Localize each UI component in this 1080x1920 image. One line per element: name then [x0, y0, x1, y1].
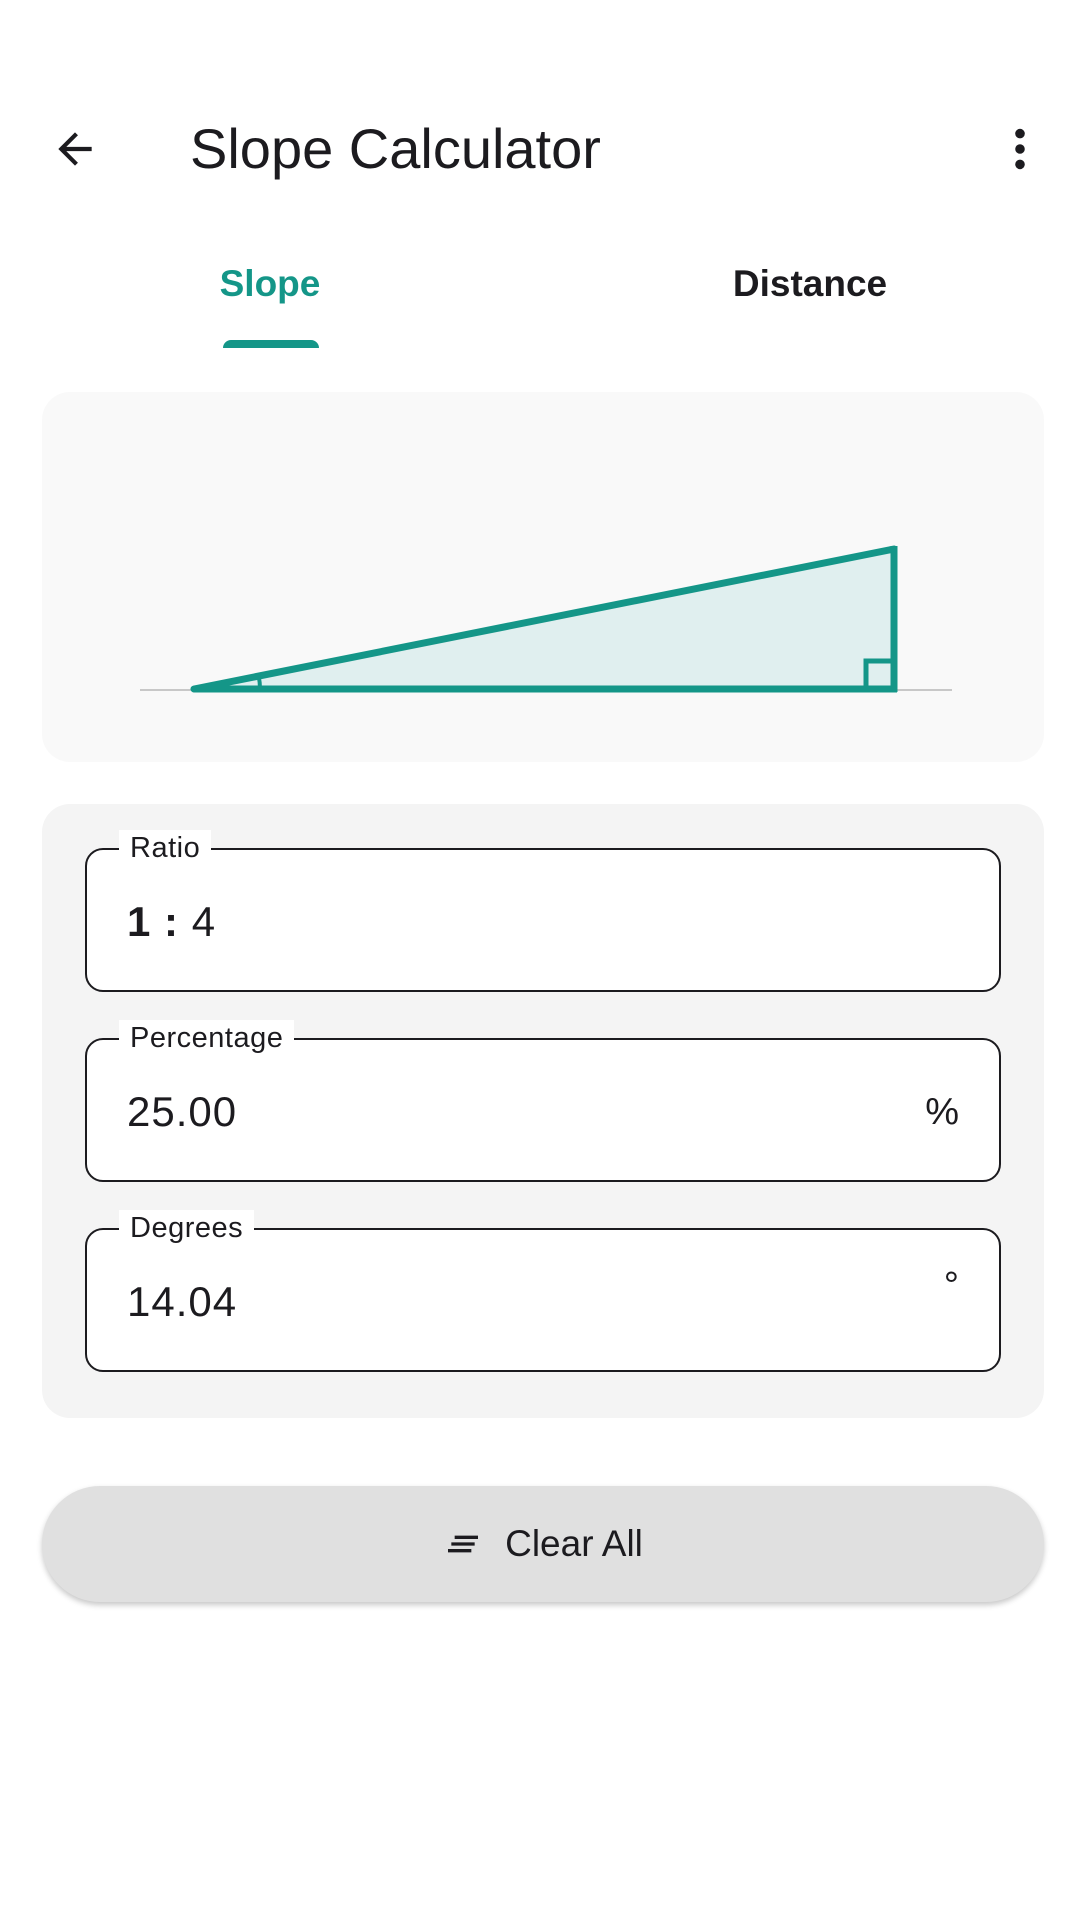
ratio-value-container: 1 : 4 — [127, 896, 216, 948]
active-tab-indicator — [223, 340, 319, 348]
tab-slope[interactable]: Slope — [0, 236, 540, 348]
slope-diagram-card — [42, 392, 1044, 762]
clear-all-button[interactable]: Clear All — [42, 1486, 1044, 1602]
tab-distance-label: Distance — [732, 263, 888, 304]
back-button[interactable] — [36, 110, 114, 188]
slope-fields-card: Ratio 1 : 4 Percentage 25.00 % Degrees 1… — [42, 804, 1044, 1418]
ratio-label: Ratio — [119, 830, 212, 866]
percentage-field[interactable]: Percentage 25.00 % — [85, 1020, 1001, 1182]
degrees-suffix: ° — [943, 1265, 959, 1307]
tab-slope-label: Slope — [219, 263, 321, 304]
percentage-value: 25.00 — [127, 1088, 238, 1135]
slope-diagram — [140, 545, 952, 693]
arrow-left-icon — [58, 132, 92, 166]
degrees-field[interactable]: Degrees 14.04 ° — [85, 1210, 1001, 1372]
tab-bar: Slope Distance — [0, 236, 1080, 348]
clear-all-label: Clear All — [505, 1523, 643, 1564]
angle-marker — [256, 675, 262, 690]
tab-distance[interactable]: Distance — [540, 236, 1080, 348]
app-bar: Slope Calculator — [0, 74, 1080, 224]
percentage-suffix: % — [925, 1091, 959, 1133]
page-title: Slope Calculator — [190, 117, 601, 180]
degrees-label: Degrees — [119, 1210, 255, 1246]
ratio-value: 4 — [191, 898, 217, 945]
ratio-field[interactable]: Ratio 1 : 4 — [85, 830, 1001, 992]
clear-all-icon — [443, 1524, 483, 1564]
degrees-value: 14.04 — [127, 1278, 238, 1325]
more-vert-icon — [1015, 128, 1025, 170]
more-options-button[interactable] — [986, 110, 1054, 188]
percentage-label: Percentage — [119, 1020, 295, 1056]
ratio-prefix: 1 : — [127, 898, 180, 945]
